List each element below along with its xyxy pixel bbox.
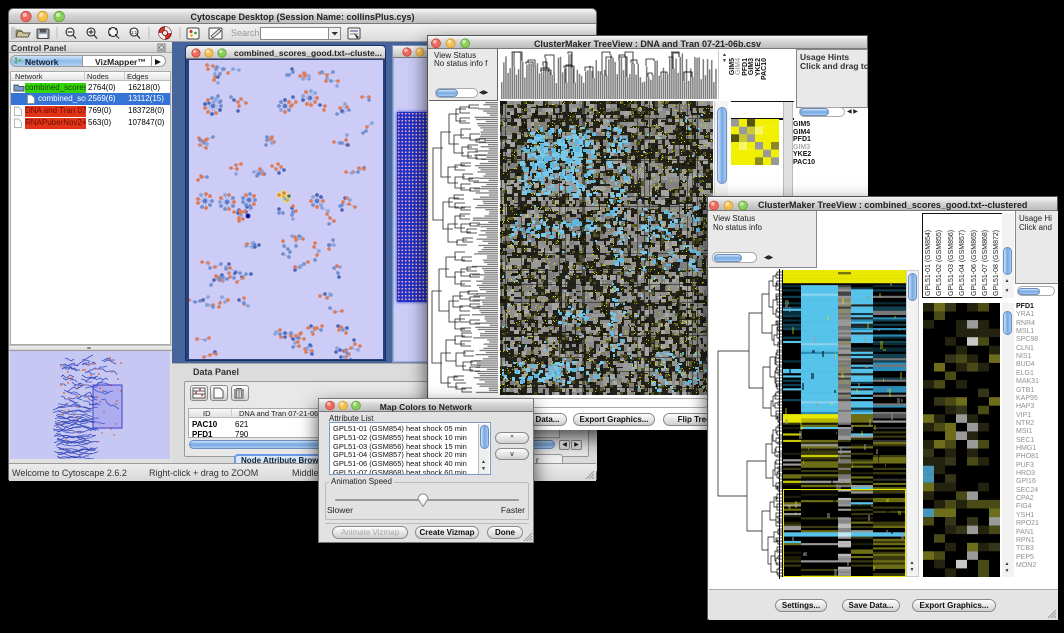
svg-text:Search:: Search: (231, 28, 262, 38)
svg-text:1:1: 1:1 (131, 30, 138, 35)
